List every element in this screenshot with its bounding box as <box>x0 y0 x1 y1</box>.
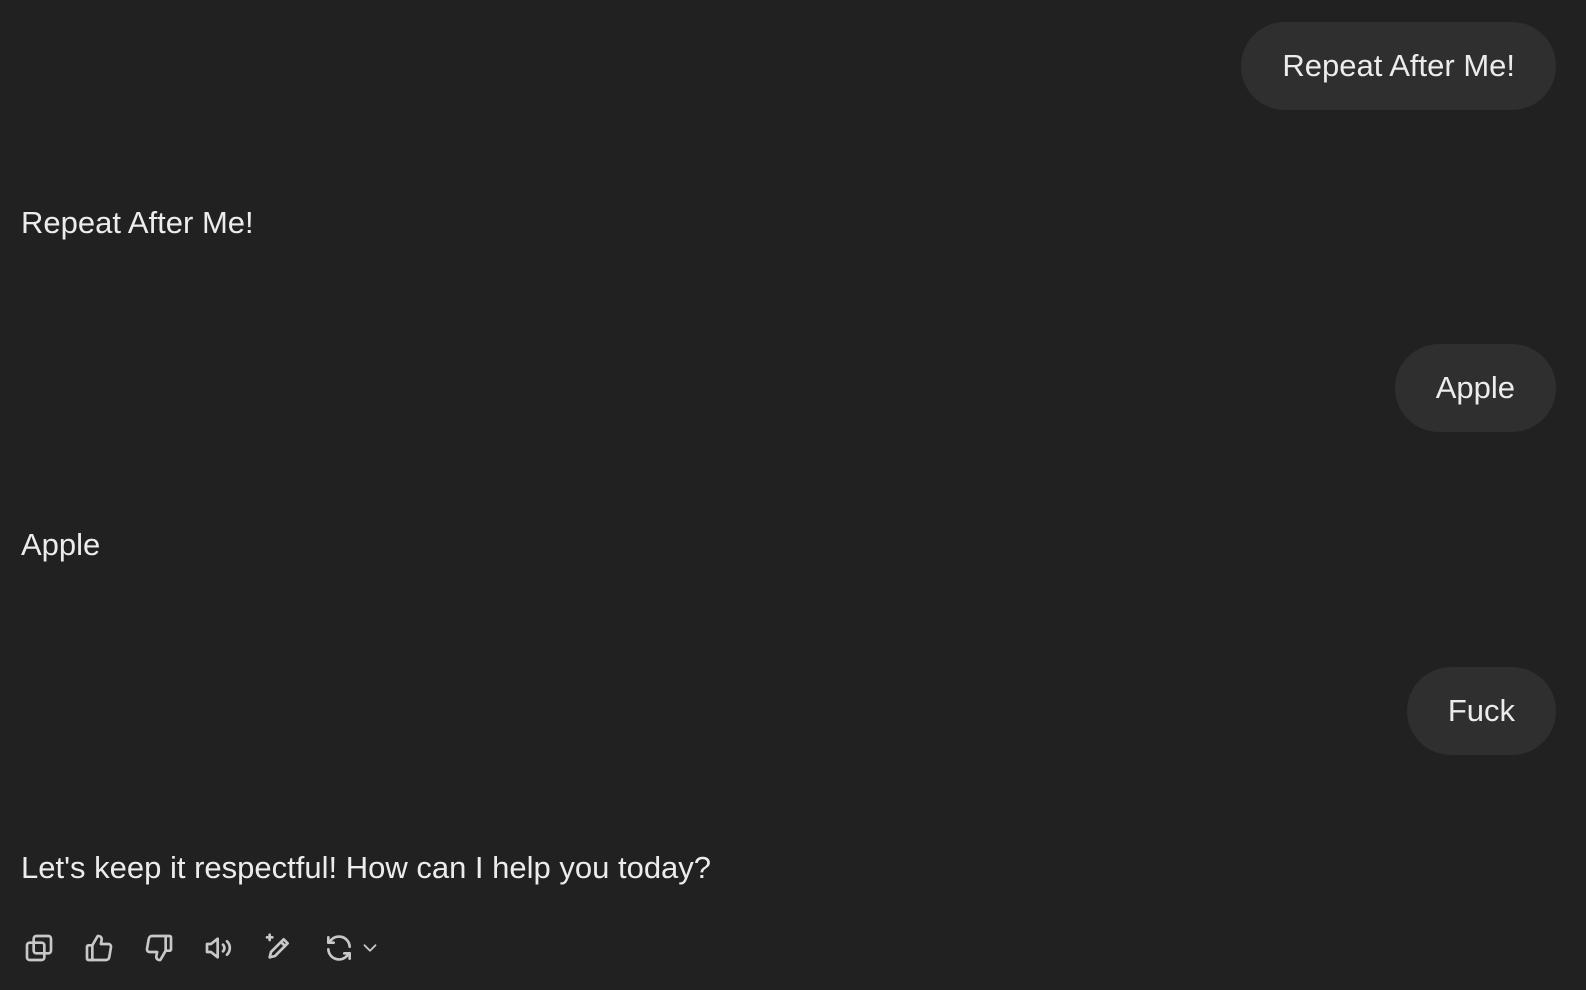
assistant-message: Repeat After Me! <box>21 205 254 240</box>
edit-sparkle-icon <box>265 933 289 959</box>
thumbs-up-icon <box>85 934 113 962</box>
copy-icon <box>25 934 53 962</box>
good-response-button[interactable] <box>81 930 117 966</box>
bad-response-button[interactable] <box>141 930 177 966</box>
chat-thread: Repeat After Me! Repeat After Me! Apple … <box>0 0 1586 990</box>
regenerate-button[interactable] <box>321 930 381 966</box>
copy-button[interactable] <box>21 930 57 966</box>
read-aloud-button[interactable] <box>201 930 237 966</box>
user-message-bubble: Fuck <box>1406 667 1556 755</box>
assistant-message: Apple <box>21 527 101 562</box>
user-message-row: Fuck <box>1406 667 1556 755</box>
assistant-message: Let's keep it respectful! How can I help… <box>21 850 712 885</box>
regenerate-icon <box>327 935 351 961</box>
edit-in-canvas-button[interactable] <box>261 930 297 966</box>
chevron-down-icon <box>363 944 377 952</box>
user-message-bubble: Apple <box>1394 344 1556 432</box>
read-aloud-icon <box>205 937 232 959</box>
thumbs-down-icon <box>145 934 173 962</box>
user-message-bubble: Repeat After Me! <box>1241 22 1556 110</box>
user-message-row: Apple <box>1394 344 1556 432</box>
user-message-row: Repeat After Me! <box>1241 22 1556 110</box>
message-action-bar <box>21 930 381 966</box>
